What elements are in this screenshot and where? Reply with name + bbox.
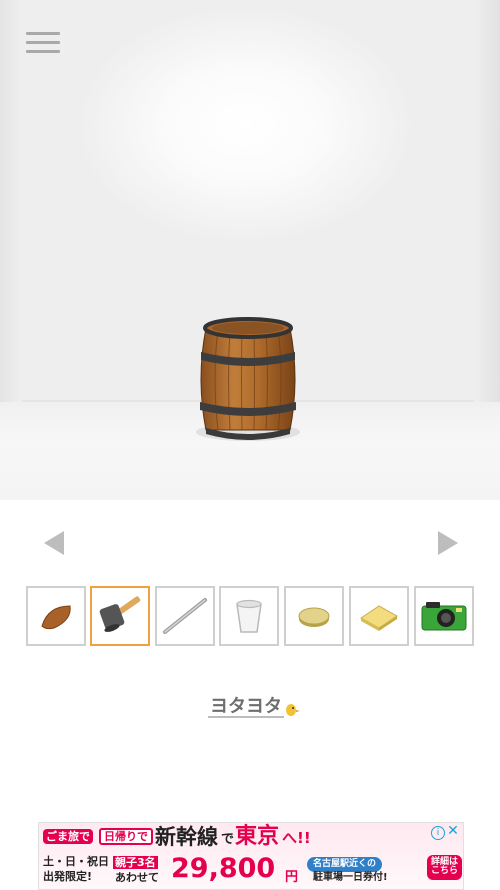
ad-group-line1: 親子3名 — [113, 856, 158, 869]
sponge-icon — [360, 605, 398, 631]
ad-detail-button[interactable]: 詳細は こちら — [427, 855, 463, 880]
svg-text:ヨタヨタ: ヨタヨタ — [210, 696, 282, 717]
inventory-slot-5[interactable] — [284, 586, 344, 646]
game-logo: ヨタヨタ — [208, 696, 300, 718]
ad-station-line1: 名古屋駅近くの — [307, 857, 383, 872]
triangle-right-icon[interactable] — [432, 528, 462, 558]
ad-price: 29,800 — [171, 853, 276, 884]
mallet-icon — [99, 596, 141, 632]
ad-tag-higaeri: 日帰りで — [99, 828, 153, 845]
inventory-slot-7[interactable] — [414, 586, 474, 646]
ad-days-line2: 出発限定! — [43, 870, 93, 883]
seed-icon — [41, 605, 71, 630]
hamburger-menu-icon[interactable] — [24, 30, 64, 58]
ad-station-line2: 駐車場一日券付! — [313, 872, 388, 883]
ad-detail-line2: こちら — [431, 866, 459, 877]
ad-tag-gomatabi: ごま旅で — [43, 829, 93, 844]
ad-headline-he: へ!! — [282, 829, 311, 847]
inventory-slot-6[interactable] — [349, 586, 409, 646]
advertisement-banner[interactable]: ごま旅で 日帰りで 新幹線 で 東京 へ!! 土・日・祝日 出発限定! 親子3名… — [38, 822, 464, 890]
ad-info-icon[interactable]: i — [431, 826, 445, 840]
ad-close-icon[interactable]: ✕ — [446, 824, 460, 838]
ad-headline-tokyo: 東京 — [235, 824, 280, 849]
ad-headline-shinkansen: 新幹線 — [155, 825, 218, 849]
round-disc-icon — [298, 607, 330, 627]
metal-rod-icon — [163, 598, 207, 634]
game-scene — [0, 0, 500, 500]
ad-days-line1: 土・日・祝日 — [43, 855, 109, 868]
ad-price-yen: 円 — [285, 870, 299, 885]
inventory-slot-3[interactable] — [155, 586, 215, 646]
triangle-left-icon[interactable] — [40, 528, 70, 558]
green-camera-icon — [421, 602, 467, 631]
inventory-slot-2[interactable] — [90, 586, 150, 646]
inventory-slot-1[interactable] — [26, 586, 86, 646]
inventory-bar — [26, 586, 476, 646]
ad-group-line2: あわせて — [115, 871, 159, 884]
barrel[interactable] — [192, 314, 304, 444]
paper-cup-icon — [236, 599, 262, 633]
inventory-slot-4[interactable] — [219, 586, 279, 646]
ad-headline-de: で — [221, 832, 235, 847]
